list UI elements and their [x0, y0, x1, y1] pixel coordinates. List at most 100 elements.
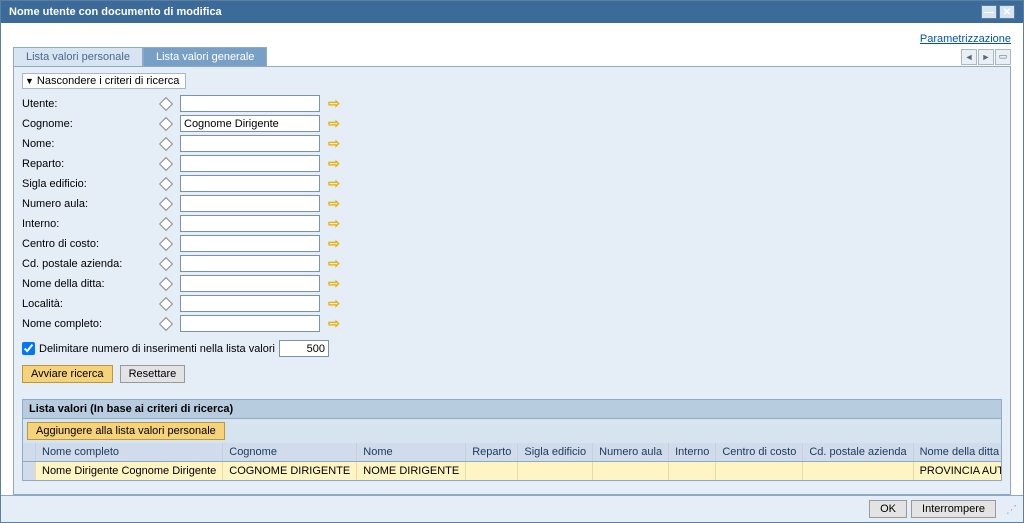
- utente-more-icon[interactable]: ⇨: [326, 95, 342, 112]
- cognome-input[interactable]: [180, 115, 320, 132]
- utente-input[interactable]: [180, 95, 320, 112]
- cell-ditta: PROVINCIA AUTONOMA DI TRE: [913, 462, 1002, 481]
- col-nome[interactable]: Nome: [357, 443, 466, 462]
- criteria-form: Utente: ⇨ Cognome: ⇨ Nome: ⇨ Reparto: ⇨ …: [22, 95, 1002, 332]
- aula-input[interactable]: [180, 195, 320, 212]
- col-sigla[interactable]: Sigla edificio: [518, 443, 593, 462]
- aula-op-icon[interactable]: [159, 196, 173, 210]
- top-links: Parametrizzazione: [13, 33, 1011, 45]
- ditta-more-icon[interactable]: ⇨: [326, 275, 342, 292]
- col-interno[interactable]: Interno: [669, 443, 716, 462]
- localita-input[interactable]: [180, 295, 320, 312]
- centro-more-icon[interactable]: ⇨: [326, 235, 342, 252]
- nome-input[interactable]: [180, 135, 320, 152]
- cell-nome-completo: Nome Dirigente Cognome Dirigente: [36, 462, 223, 481]
- cell-interno: [669, 462, 716, 481]
- sigla-more-icon[interactable]: ⇨: [326, 175, 342, 192]
- centro-op-icon[interactable]: [159, 236, 173, 250]
- row-selector[interactable]: [23, 462, 36, 481]
- sel-col: [23, 443, 36, 462]
- ok-button[interactable]: OK: [869, 500, 907, 518]
- completo-input[interactable]: [180, 315, 320, 332]
- cdpostale-more-icon[interactable]: ⇨: [326, 255, 342, 272]
- add-personal-button[interactable]: Aggiungere alla lista valori personale: [27, 422, 225, 440]
- tab-nav: ◄ ► ▭: [961, 49, 1011, 65]
- sigla-input[interactable]: [180, 175, 320, 192]
- table-header-row: Nome completo Cognome Nome Reparto Sigla…: [23, 443, 1002, 462]
- ditta-label: Nome della ditta:: [22, 278, 152, 290]
- tab-lista-generale[interactable]: Lista valori generale: [143, 47, 267, 66]
- ditta-input[interactable]: [180, 275, 320, 292]
- nome-label: Nome:: [22, 138, 152, 150]
- cell-cognome: COGNOME DIRIGENTE: [223, 462, 357, 481]
- limit-checkbox[interactable]: [22, 342, 35, 355]
- col-ditta[interactable]: Nome della ditta: [913, 443, 1002, 462]
- hide-criteria-label: Nascondere i criteri di ricerca: [37, 75, 179, 87]
- col-aula[interactable]: Numero aula: [593, 443, 669, 462]
- titlebar: Nome utente con documento di modifica — …: [1, 1, 1023, 23]
- localita-label: Località:: [22, 298, 152, 310]
- col-reparto[interactable]: Reparto: [466, 443, 518, 462]
- localita-op-icon[interactable]: [159, 296, 173, 310]
- localita-more-icon[interactable]: ⇨: [326, 295, 342, 312]
- ditta-op-icon[interactable]: [159, 276, 173, 290]
- triangle-down-icon: ▼: [25, 76, 34, 86]
- parametrizzazione-link[interactable]: Parametrizzazione: [920, 33, 1011, 45]
- tab-prev-icon[interactable]: ◄: [961, 49, 977, 65]
- interno-input[interactable]: [180, 215, 320, 232]
- footer: OK Interrompere ⋰: [1, 495, 1023, 522]
- search-button[interactable]: Avviare ricerca: [22, 365, 113, 383]
- col-cdpostale[interactable]: Cd. postale azienda: [803, 443, 913, 462]
- sigla-label: Sigla edificio:: [22, 178, 152, 190]
- nome-more-icon[interactable]: ⇨: [326, 135, 342, 152]
- completo-label: Nome completo:: [22, 318, 152, 330]
- hide-criteria-toggle[interactable]: ▼ Nascondere i criteri di ricerca: [22, 73, 186, 89]
- content-area: Parametrizzazione Lista valori personale…: [1, 23, 1023, 495]
- cell-reparto: [466, 462, 518, 481]
- interno-label: Interno:: [22, 218, 152, 230]
- limit-row: Delimitare numero di inserimenti nella l…: [22, 340, 1002, 357]
- centro-input[interactable]: [180, 235, 320, 252]
- centro-label: Centro di costo:: [22, 238, 152, 250]
- search-buttons: Avviare ricerca Resettare: [22, 365, 1002, 383]
- reparto-input[interactable]: [180, 155, 320, 172]
- limit-input[interactable]: [279, 340, 329, 357]
- results-table: Nome completo Cognome Nome Reparto Sigla…: [23, 443, 1002, 480]
- interno-op-icon[interactable]: [159, 216, 173, 230]
- completo-more-icon[interactable]: ⇨: [326, 315, 342, 332]
- aula-label: Numero aula:: [22, 198, 152, 210]
- cdpostale-label: Cd. postale azienda:: [22, 258, 152, 270]
- reset-button[interactable]: Resettare: [120, 365, 186, 383]
- cdpostale-op-icon[interactable]: [159, 256, 173, 270]
- tab-row: Lista valori personale Lista valori gene…: [13, 47, 1011, 66]
- minimize-icon[interactable]: —: [981, 5, 997, 19]
- cell-cdpostale: [803, 462, 913, 481]
- results-toolbar: Aggiungere alla lista valori personale: [22, 419, 1002, 443]
- cell-nome: NOME DIRIGENTE: [357, 462, 466, 481]
- col-cognome[interactable]: Cognome: [223, 443, 357, 462]
- col-centro[interactable]: Centro di costo: [716, 443, 803, 462]
- table-row[interactable]: Nome Dirigente Cognome Dirigente COGNOME…: [23, 462, 1002, 481]
- interrupt-button[interactable]: Interrompere: [911, 500, 996, 518]
- cell-centro: [716, 462, 803, 481]
- limit-label: Delimitare numero di inserimenti nella l…: [39, 343, 275, 355]
- tab-next-icon[interactable]: ►: [978, 49, 994, 65]
- tab-list-icon[interactable]: ▭: [995, 49, 1011, 65]
- resize-grip-icon[interactable]: ⋰: [1006, 503, 1015, 516]
- aula-more-icon[interactable]: ⇨: [326, 195, 342, 212]
- close-icon[interactable]: ✕: [999, 5, 1015, 19]
- cognome-more-icon[interactable]: ⇨: [326, 115, 342, 132]
- cognome-op-icon[interactable]: [159, 116, 173, 130]
- search-panel: ▼ Nascondere i criteri di ricerca Utente…: [13, 66, 1011, 495]
- cognome-label: Cognome:: [22, 118, 152, 130]
- col-nome-completo[interactable]: Nome completo: [36, 443, 223, 462]
- utente-op-icon[interactable]: [159, 96, 173, 110]
- interno-more-icon[interactable]: ⇨: [326, 215, 342, 232]
- sigla-op-icon[interactable]: [159, 176, 173, 190]
- reparto-more-icon[interactable]: ⇨: [326, 155, 342, 172]
- cdpostale-input[interactable]: [180, 255, 320, 272]
- tab-lista-personale[interactable]: Lista valori personale: [13, 47, 143, 66]
- nome-op-icon[interactable]: [159, 136, 173, 150]
- reparto-op-icon[interactable]: [159, 156, 173, 170]
- completo-op-icon[interactable]: [159, 316, 173, 330]
